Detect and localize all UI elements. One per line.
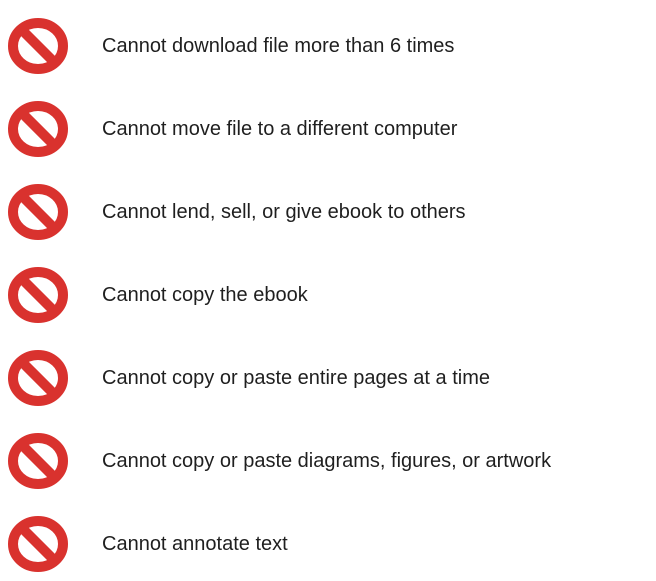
restrictions-list: Cannot download file more than 6 times C… [0, 0, 656, 581]
restriction-item: Cannot lend, sell, or give ebook to othe… [8, 184, 648, 240]
restriction-label: Cannot download file more than 6 times [102, 35, 455, 57]
restriction-item: Cannot copy or paste entire pages at a t… [8, 350, 648, 406]
restriction-label: Cannot copy the ebook [102, 284, 308, 306]
restriction-label: Cannot copy or paste diagrams, figures, … [102, 450, 552, 472]
restriction-label: Cannot annotate text [102, 533, 288, 555]
restriction-item: Cannot move file to a different computer [8, 101, 648, 157]
prohibited-icon [8, 18, 68, 74]
restriction-item: Cannot download file more than 6 times [8, 18, 648, 74]
restriction-item: Cannot copy the ebook [8, 267, 648, 323]
restriction-item: Cannot copy or paste diagrams, figures, … [8, 433, 648, 489]
prohibited-icon [8, 350, 68, 406]
restriction-item: Cannot annotate text [8, 516, 648, 572]
prohibited-icon [8, 516, 68, 572]
restriction-label: Cannot move file to a different computer [102, 118, 458, 140]
prohibited-icon [8, 184, 68, 240]
prohibited-icon [8, 101, 68, 157]
prohibited-icon [8, 267, 68, 323]
restriction-label: Cannot lend, sell, or give ebook to othe… [102, 201, 466, 223]
prohibited-icon [8, 433, 68, 489]
restriction-label: Cannot copy or paste entire pages at a t… [102, 367, 491, 389]
